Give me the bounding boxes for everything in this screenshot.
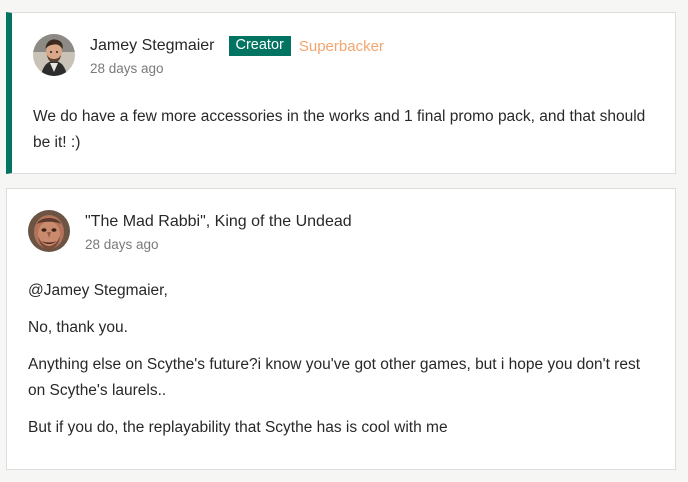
- comment-backer: "The Mad Rabbi", King of the Undead 28 d…: [6, 188, 676, 470]
- comment-paragraph: We do have a few more accessories in the…: [33, 108, 646, 151]
- avatar-mad-rabbi[interactable]: [28, 210, 70, 252]
- comment-header: "The Mad Rabbi", King of the Undead 28 d…: [28, 210, 352, 252]
- comment-paragraph: @Jamey Stegmaier,: [28, 282, 168, 299]
- comment-paragraph: No, thank you.: [28, 319, 128, 336]
- author-line: Jamey Stegmaier Creator Superbacker: [90, 35, 384, 57]
- avatar-image: [28, 210, 70, 252]
- author-line: "The Mad Rabbi", King of the Undead: [85, 211, 352, 233]
- comment-paragraph: But if you do, the replayability that Sc…: [28, 419, 448, 436]
- avatar-jamey-stegmaier[interactable]: [33, 34, 75, 76]
- creator-badge: Creator: [228, 36, 291, 56]
- comment-meta: Jamey Stegmaier Creator Superbacker 28 d…: [90, 35, 384, 76]
- comment-header: Jamey Stegmaier Creator Superbacker 28 d…: [33, 34, 384, 76]
- comment-paragraph: Anything else on Scythe's future?i know …: [28, 356, 641, 399]
- comment-timestamp[interactable]: 28 days ago: [85, 237, 352, 252]
- superbacker-badge: Superbacker: [298, 37, 384, 55]
- comment-body: We do have a few more accessories in the…: [33, 104, 653, 156]
- comment-body: @Jamey Stegmaier, No, thank you. Anythin…: [28, 278, 653, 452]
- comment-timestamp[interactable]: 28 days ago: [90, 61, 384, 76]
- author-name[interactable]: "The Mad Rabbi", King of the Undead: [85, 213, 352, 231]
- avatar-image: [33, 34, 75, 76]
- author-name[interactable]: Jamey Stegmaier: [90, 37, 215, 55]
- comment-meta: "The Mad Rabbi", King of the Undead 28 d…: [85, 211, 352, 252]
- comment-creator: Jamey Stegmaier Creator Superbacker 28 d…: [6, 12, 676, 174]
